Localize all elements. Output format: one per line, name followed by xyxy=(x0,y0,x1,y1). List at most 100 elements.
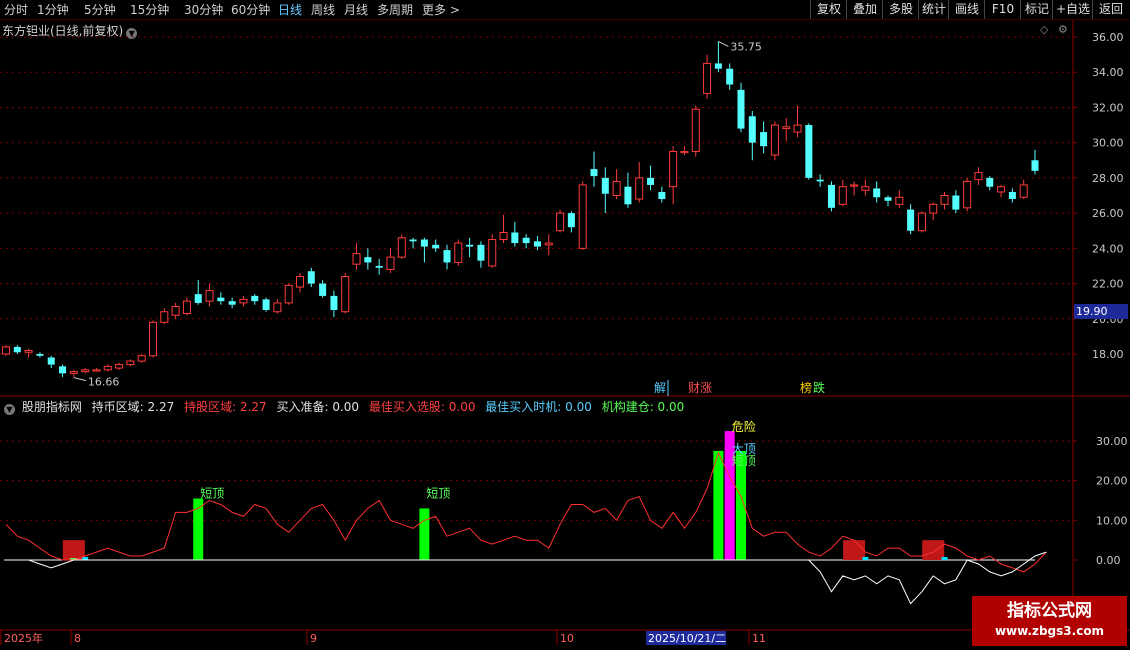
candle-body-up xyxy=(850,184,859,187)
candle-body-up xyxy=(770,124,779,156)
candle-body-down xyxy=(658,191,666,200)
candle-body-up xyxy=(239,298,248,304)
candle-body-up xyxy=(182,300,191,314)
candle-body-down xyxy=(952,195,960,210)
signal-block xyxy=(843,540,866,560)
price-tick-label: 24.00 xyxy=(1092,242,1124,255)
candle-body-down xyxy=(466,244,474,247)
candle-body-down xyxy=(647,177,655,185)
candle-body-up xyxy=(171,305,180,316)
signal-dot xyxy=(862,557,869,560)
time-axis-label: 11 xyxy=(752,632,766,645)
event-tag: 榜 xyxy=(800,380,812,395)
candle-body-down xyxy=(884,197,892,201)
candle-body-up xyxy=(861,186,870,191)
candle-body-up xyxy=(838,186,847,205)
candle-body-down xyxy=(36,354,44,356)
candle-body-up xyxy=(148,321,158,357)
signal-bar xyxy=(419,508,430,560)
candle-body-up xyxy=(341,276,350,313)
candle-body-down xyxy=(443,250,451,263)
candle-body-down xyxy=(522,237,530,244)
candle-body-up xyxy=(397,237,406,258)
low-label: 16.66 xyxy=(88,376,120,389)
candle-body-down xyxy=(986,177,994,187)
candle-body-down xyxy=(59,366,67,374)
candle-body-down xyxy=(13,346,21,353)
candle-body-up xyxy=(612,180,621,197)
candle-body-down xyxy=(364,257,372,263)
watermark-url: www.zbgs3.com xyxy=(994,624,1105,638)
diamond-icon: ◇ xyxy=(1040,23,1049,36)
signal-bar xyxy=(713,450,724,560)
short-top-label: 短顶 xyxy=(200,487,224,501)
candle-body-up xyxy=(284,284,293,304)
candle-body-up xyxy=(635,177,644,200)
candle-body-up xyxy=(680,150,689,154)
time-axis-label: 8 xyxy=(74,632,81,645)
candle-body-up xyxy=(454,242,463,263)
candle-body-down xyxy=(907,209,915,231)
candle-body-up xyxy=(488,239,497,267)
candle-body-down xyxy=(714,63,722,69)
candle-body-up xyxy=(703,62,712,94)
price-tick-label: 36.00 xyxy=(1092,31,1124,44)
signal-dot xyxy=(941,557,948,560)
low-pointer xyxy=(73,377,86,382)
time-axis-label: 10 xyxy=(560,632,574,645)
candle-body-down xyxy=(432,244,440,249)
price-tick-label: 30.00 xyxy=(1092,137,1124,150)
candle-body-up xyxy=(69,371,78,374)
settings-icon: ⚙ xyxy=(1058,23,1068,36)
time-axis-label: 9 xyxy=(310,632,317,645)
candle-body-up xyxy=(1,346,11,355)
candle-body-up xyxy=(917,212,926,232)
candle-body-up xyxy=(160,311,169,323)
watermark: 指标公式网 www.zbgs3.com xyxy=(972,596,1127,646)
high-label: 35.75 xyxy=(730,40,762,53)
price-tick-label: 28.00 xyxy=(1092,172,1124,185)
candle-body-down xyxy=(307,271,315,284)
candle-body-down xyxy=(760,132,768,147)
candle-body-down xyxy=(511,232,519,244)
candle-body-down xyxy=(319,283,327,296)
candle-body-down xyxy=(409,239,417,242)
candle-body-down xyxy=(477,244,485,261)
candle-body-up xyxy=(556,212,565,232)
candle-body-up xyxy=(669,150,678,188)
event-tag: 涨 xyxy=(700,380,712,395)
candle-body-down xyxy=(375,265,383,268)
candle-body-down xyxy=(590,169,598,177)
candle-body-up xyxy=(997,186,1006,193)
candle-body-down xyxy=(805,125,813,178)
candle-body-up xyxy=(1019,184,1028,198)
candle-body-up xyxy=(24,349,33,353)
price-tick-label: 34.00 xyxy=(1092,66,1124,79)
candle-body-down xyxy=(827,184,835,208)
short-top-label: 短顶 xyxy=(426,487,450,501)
time-cursor-label: 2025/10/21/二 xyxy=(648,632,726,645)
candle-body-up xyxy=(544,242,553,246)
candle-body-up xyxy=(81,369,90,373)
candle-body-down xyxy=(251,295,259,302)
candle-body-down xyxy=(533,241,541,247)
candle-body-up xyxy=(974,172,983,181)
kline-chart[interactable]: 36.00 34.00 32.00 30.00 28.00 26.00 24.00 22.00… xyxy=(0,0,1130,650)
short-top-label: 短顶 xyxy=(732,454,756,468)
candle-body-up xyxy=(205,290,214,302)
candle-body-down xyxy=(873,188,881,198)
candle-body-up xyxy=(895,196,904,205)
candle-body-up xyxy=(386,256,395,270)
candle-body-up xyxy=(929,203,938,214)
candle-body-up xyxy=(92,369,101,372)
candle-body-down xyxy=(624,186,632,205)
candle-body-up xyxy=(499,231,508,241)
price-tick-label: 22.00 xyxy=(1092,278,1124,291)
signal-block xyxy=(922,540,945,560)
candle-body-up xyxy=(578,184,587,249)
candle-body-down xyxy=(816,179,824,182)
candle-body-down xyxy=(194,294,202,303)
time-axis-label: 2025年 xyxy=(4,631,43,645)
event-tag: 跌 xyxy=(813,380,825,395)
candle-body-down xyxy=(228,301,236,305)
